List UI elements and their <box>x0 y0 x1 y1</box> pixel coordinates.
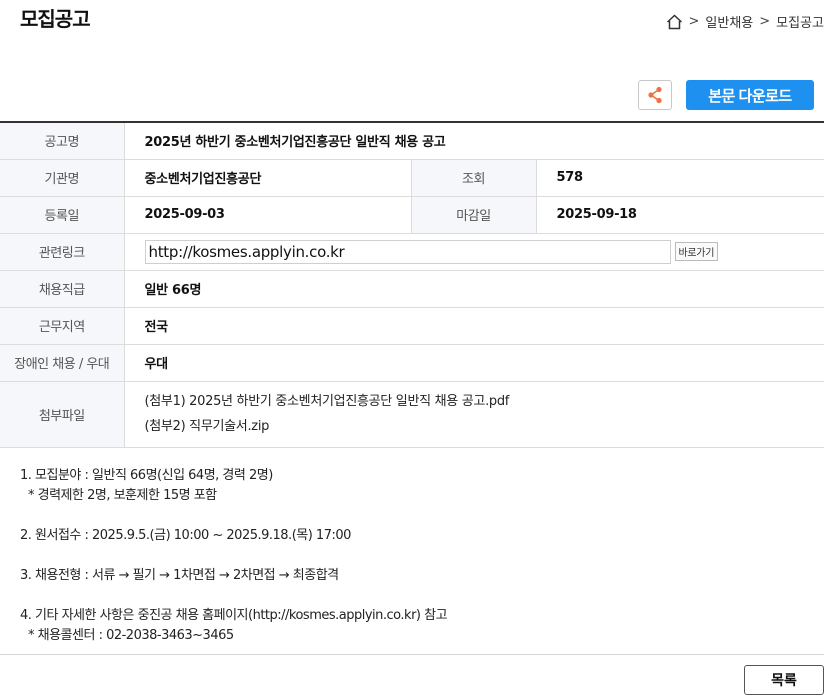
files-label: 첨부파일 <box>0 381 125 448</box>
go-link-button[interactable]: 바로가기 <box>674 242 719 261</box>
breadcrumb-item-notice[interactable]: 모집공고 <box>776 12 824 31</box>
body-text: 4. 기타 자세한 사항은 중진공 채용 홈페이지(http://kosmes.… <box>20 608 448 623</box>
body-text: 3. 채용전형 : 서류 → 필기 → 1차면접 → 2차면접 → 최종합격 <box>20 568 339 583</box>
breadcrumb: > 일반채용 > 모집공고 <box>666 12 824 31</box>
table-row: 첨부파일 (첨부1) 2025년 하반기 중소벤처기업진흥공단 일반직 채용 공… <box>0 381 824 448</box>
notice-info-table: 공고명 2025년 하반기 중소벤처기업진흥공단 일반직 채용 공고 기관명 중… <box>0 121 824 448</box>
breadcrumb-item-general-hire[interactable]: 일반채용 <box>705 12 753 31</box>
attachment-link-1[interactable]: (첨부1) 2025년 하반기 중소벤처기업진흥공단 일반직 채용 공고.pdf <box>145 389 824 414</box>
share-icon <box>648 86 662 104</box>
disability-label: 장애인 채용 / 우대 <box>0 344 125 382</box>
download-button[interactable]: 본문 다운로드 <box>686 80 814 110</box>
table-row: 장애인 채용 / 우대 우대 <box>0 344 824 382</box>
table-row: 공고명 2025년 하반기 중소벤처기업진흥공단 일반직 채용 공고 <box>0 122 824 160</box>
share-button[interactable] <box>638 80 672 110</box>
grade-value: 일반 66명 <box>124 270 824 308</box>
list-button[interactable]: 목록 <box>744 665 824 695</box>
attachment-link-2[interactable]: (첨부2) 직무기술서.zip <box>145 414 824 439</box>
notice-body: 1. 모집분야 : 일반직 66명(신입 64명, 경력 2명) * 경력제한 … <box>20 466 448 666</box>
link-field[interactable]: http://kosmes.applyin.co.kr <box>144 239 671 264</box>
org-label: 기관명 <box>0 159 125 197</box>
disability-value: 우대 <box>124 344 824 382</box>
deadline-value: 2025-09-18 <box>536 196 824 234</box>
table-row: 기관명 중소벤처기업진흥공단 조회 578 <box>0 159 824 197</box>
region-label: 근무지역 <box>0 307 125 345</box>
reg-date-label: 등록일 <box>0 196 125 234</box>
reg-date-value: 2025-09-03 <box>124 196 412 234</box>
page-title: 모집공고 <box>20 7 91 31</box>
link-label: 관련링크 <box>0 233 125 271</box>
deadline-label: 마감일 <box>411 196 537 234</box>
views-value: 578 <box>536 159 824 197</box>
table-row: 채용직급 일반 66명 <box>0 270 824 308</box>
views-label: 조회 <box>411 159 537 197</box>
home-icon[interactable] <box>666 13 683 30</box>
org-value: 중소벤처기업진흥공단 <box>124 159 412 197</box>
table-row: 등록일 2025-09-03 마감일 2025-09-18 <box>0 196 824 234</box>
grade-label: 채용직급 <box>0 270 125 308</box>
table-row: 근무지역 전국 <box>0 307 824 345</box>
body-text: * 경력제한 2명, 보훈제한 15명 포함 <box>28 488 217 503</box>
region-value: 전국 <box>124 307 824 345</box>
body-text: 2. 원서접수 : 2025.9.5.(금) 10:00 ~ 2025.9.18… <box>20 528 351 543</box>
files-cell: (첨부1) 2025년 하반기 중소벤처기업진흥공단 일반직 채용 공고.pdf… <box>124 381 824 448</box>
link-cell: http://kosmes.applyin.co.kr 바로가기 <box>124 233 824 271</box>
title-value: 2025년 하반기 중소벤처기업진흥공단 일반직 채용 공고 <box>124 122 824 160</box>
body-text: * 채용콜센터 : 02-2038-3463~3465 <box>28 628 234 643</box>
table-row: 관련링크 http://kosmes.applyin.co.kr 바로가기 <box>0 233 824 271</box>
breadcrumb-separator: > <box>759 14 771 29</box>
body-text: 1. 모집분야 : 일반직 66명(신입 64명, 경력 2명) <box>20 468 273 483</box>
divider <box>0 654 824 655</box>
title-label: 공고명 <box>0 122 125 160</box>
breadcrumb-separator: > <box>688 14 700 29</box>
